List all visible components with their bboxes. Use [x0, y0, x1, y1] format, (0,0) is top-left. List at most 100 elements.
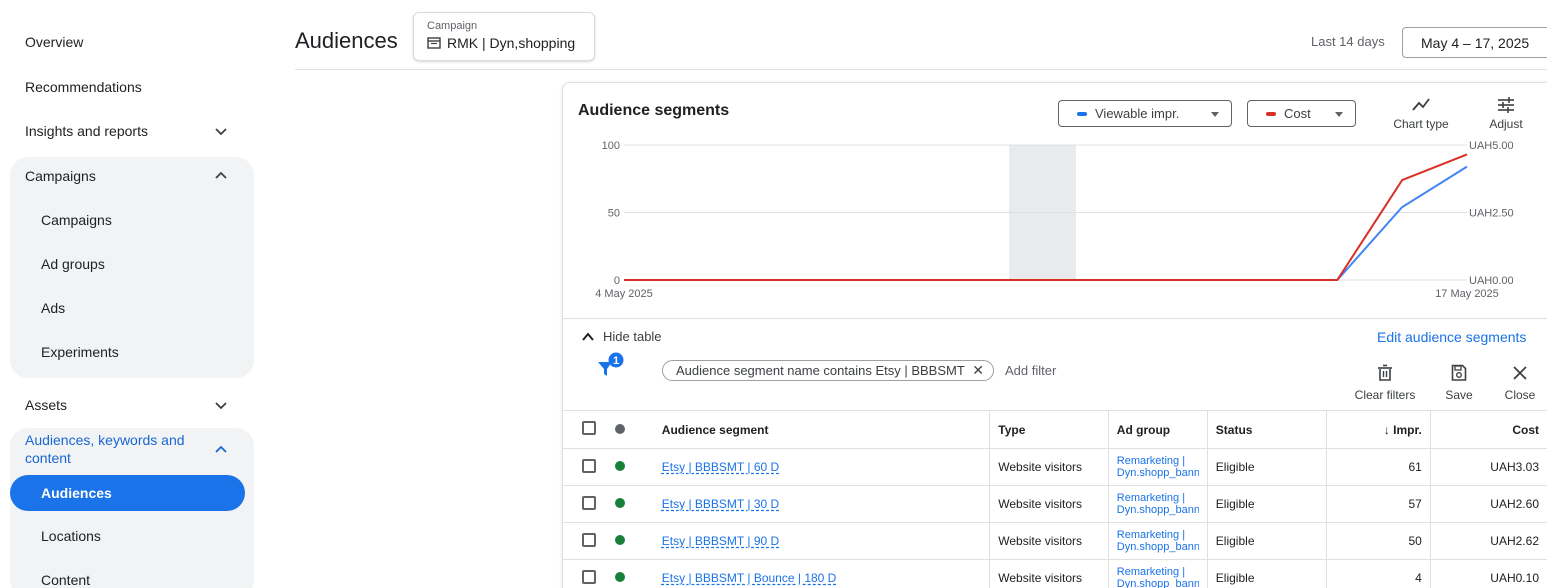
- save-icon: [1451, 364, 1467, 381]
- status-dot-header: [606, 410, 654, 449]
- nav-locations-label: Locations: [41, 528, 101, 544]
- ad-group-link-line2[interactable]: Dyn.shopp_banner: [1117, 541, 1199, 553]
- close-filter-button[interactable]: Close: [1498, 364, 1542, 402]
- ad-group-link-line2[interactable]: Dyn.shopp_banner: [1117, 467, 1199, 479]
- row-select-cell: [562, 559, 607, 588]
- row-ad-group-cell: Remarketing |Dyn.shopp_banner: [1108, 522, 1208, 560]
- row-status-cell: [606, 448, 654, 486]
- save-filter-button[interactable]: Save: [1440, 364, 1478, 402]
- chart-x-start-label: 4 May 2025: [595, 288, 652, 300]
- hide-table-toggle[interactable]: Hide table: [581, 329, 662, 344]
- ad-group-link-line2[interactable]: Dyn.shopp_banner: [1117, 578, 1199, 588]
- clear-filters-button[interactable]: Clear filters: [1352, 364, 1418, 402]
- clear-filters-label: Clear filters: [1354, 388, 1416, 402]
- nav-audiences[interactable]: Audiences: [10, 475, 245, 511]
- ad-group-link-line1[interactable]: Remarketing |: [1117, 492, 1199, 504]
- row-checkbox[interactable]: [582, 458, 596, 473]
- card-title: Audience segments: [578, 102, 730, 119]
- nav-audiences-label: Audiences: [41, 485, 112, 501]
- row-select-cell: [562, 485, 607, 523]
- col-status[interactable]: Status: [1207, 410, 1328, 449]
- nav-insights-and-reports[interactable]: Insights and reports: [10, 111, 254, 151]
- audience-segments-chart: 100 UAH5.00 50 UAH2.50 0 UAH0.00 4 May 2025 17 …: [595, 140, 1514, 300]
- row-status-text: Eligible: [1207, 522, 1328, 560]
- nav-content[interactable]: Content: [10, 560, 254, 588]
- ad-group-link-line1[interactable]: Remarketing |: [1117, 455, 1199, 467]
- col-audience-segment[interactable]: Audience segment: [653, 410, 991, 449]
- chart-type-label: Chart type: [1393, 117, 1449, 131]
- filter-button[interactable]: 1: [596, 352, 624, 383]
- chevron-down-icon: [215, 402, 227, 410]
- adjust-label: Adjust: [1489, 117, 1523, 131]
- row-status-text: Eligible: [1207, 448, 1328, 486]
- row-status-cell: [606, 559, 654, 588]
- status-enabled-dot-icon: [614, 572, 625, 583]
- nav-ads-label: Ads: [41, 300, 66, 316]
- col-impr[interactable]: ↓ Impr.: [1326, 410, 1431, 449]
- row-status-cell: [606, 485, 654, 523]
- col-cost[interactable]: Cost: [1430, 410, 1547, 449]
- line-chart-icon: [1412, 98, 1430, 111]
- chart-left-tick-label: 50: [608, 208, 620, 220]
- edit-audience-segments-link[interactable]: Edit audience segments: [1377, 329, 1526, 345]
- ad-group-link-line2[interactable]: Dyn.shopp_banner: [1117, 504, 1199, 516]
- active-filter-chip[interactable]: Audience segment name contains Etsy | BB…: [662, 360, 994, 381]
- chart-right-tick-label: UAH5.00: [1469, 140, 1514, 152]
- dropdown-caret-icon: [1335, 112, 1343, 117]
- metric2-selector[interactable]: Cost: [1247, 100, 1356, 127]
- adjust-button[interactable]: Adjust: [1484, 96, 1528, 131]
- add-filter-button[interactable]: Add filter: [1005, 363, 1056, 378]
- ad-group-link-line1[interactable]: Remarketing |: [1117, 566, 1199, 578]
- row-select-cell: [562, 448, 607, 486]
- row-status-text: Eligible: [1207, 485, 1328, 523]
- row-cost: UAH0.10: [1430, 559, 1547, 588]
- row-checkbox[interactable]: [582, 569, 596, 584]
- chart-right-tick-label: UAH0.00: [1469, 275, 1514, 287]
- nav-locations[interactable]: Locations: [10, 516, 254, 556]
- row-impr: 61: [1326, 448, 1431, 486]
- col-type[interactable]: Type: [989, 410, 1109, 449]
- nav-campaigns-group-header[interactable]: Campaigns: [10, 156, 254, 196]
- ad-group-link-line1[interactable]: Remarketing |: [1117, 529, 1199, 541]
- metric2-swatch: [1266, 111, 1276, 116]
- campaign-selector[interactable]: Campaign RMK | Dyn,shopping: [413, 12, 595, 61]
- chart-left-tick-label: 0: [614, 275, 620, 287]
- audience-segment-link[interactable]: Etsy | BBBSMT | 30 D: [662, 497, 779, 511]
- nav-recommendations[interactable]: Recommendations: [10, 67, 254, 107]
- metric1-selector[interactable]: Viewable impr.: [1058, 100, 1232, 127]
- chart-table-divider: [562, 318, 1547, 319]
- row-segment-cell: Etsy | BBBSMT | 60 D: [653, 448, 991, 486]
- row-checkbox[interactable]: [582, 532, 596, 547]
- select-all-checkbox[interactable]: [582, 421, 596, 435]
- nav-experiments[interactable]: Experiments: [10, 332, 254, 372]
- audience-segment-link[interactable]: Etsy | BBBSMT | 90 D: [662, 534, 779, 548]
- campaign-icon: [427, 37, 441, 49]
- date-range-picker[interactable]: May 4 – 17, 2025: [1402, 27, 1547, 58]
- nav-audiences-keywords-content-header[interactable]: Audiences, keywords and content: [10, 428, 254, 472]
- campaign-caption: Campaign: [427, 20, 478, 32]
- nav-overview[interactable]: Overview: [10, 22, 254, 62]
- table-row: Etsy | BBBSMT | 30 D Website visitors Rema…: [562, 485, 1547, 523]
- remove-filter-icon[interactable]: ✕: [972, 362, 984, 379]
- filter-icon: 1: [598, 352, 624, 376]
- nav-assets[interactable]: Assets: [10, 385, 254, 425]
- left-navigation: Overview Recommendations Insights and re…: [0, 0, 262, 588]
- nav-audiences-group-label-1: Audiences, keywords and: [25, 432, 185, 448]
- filter-count-badge: 1: [613, 355, 619, 367]
- col-ad-group[interactable]: Ad group: [1108, 410, 1208, 449]
- audience-segment-link[interactable]: Etsy | BBBSMT | 60 D: [662, 460, 779, 474]
- page-title: Audiences: [295, 28, 398, 53]
- row-checkbox[interactable]: [582, 495, 596, 510]
- nav-ads[interactable]: Ads: [10, 288, 254, 328]
- chart-type-button[interactable]: Chart type: [1388, 96, 1454, 131]
- status-enabled-dot-icon: [614, 535, 625, 545]
- metric1-label: Viewable impr.: [1095, 106, 1180, 121]
- status-dot-icon: [614, 423, 625, 434]
- campaign-name: RMK | Dyn,shopping: [447, 35, 576, 51]
- row-status-text: Eligible: [1207, 559, 1328, 588]
- row-segment-cell: Etsy | BBBSMT | 90 D: [653, 522, 991, 560]
- audience-segment-link[interactable]: Etsy | BBBSMT | Bounce | 180 D: [662, 571, 837, 585]
- nav-campaigns[interactable]: Campaigns: [10, 200, 254, 240]
- nav-ad-groups[interactable]: Ad groups: [10, 244, 254, 284]
- chart-left-tick-label: 100: [602, 140, 620, 152]
